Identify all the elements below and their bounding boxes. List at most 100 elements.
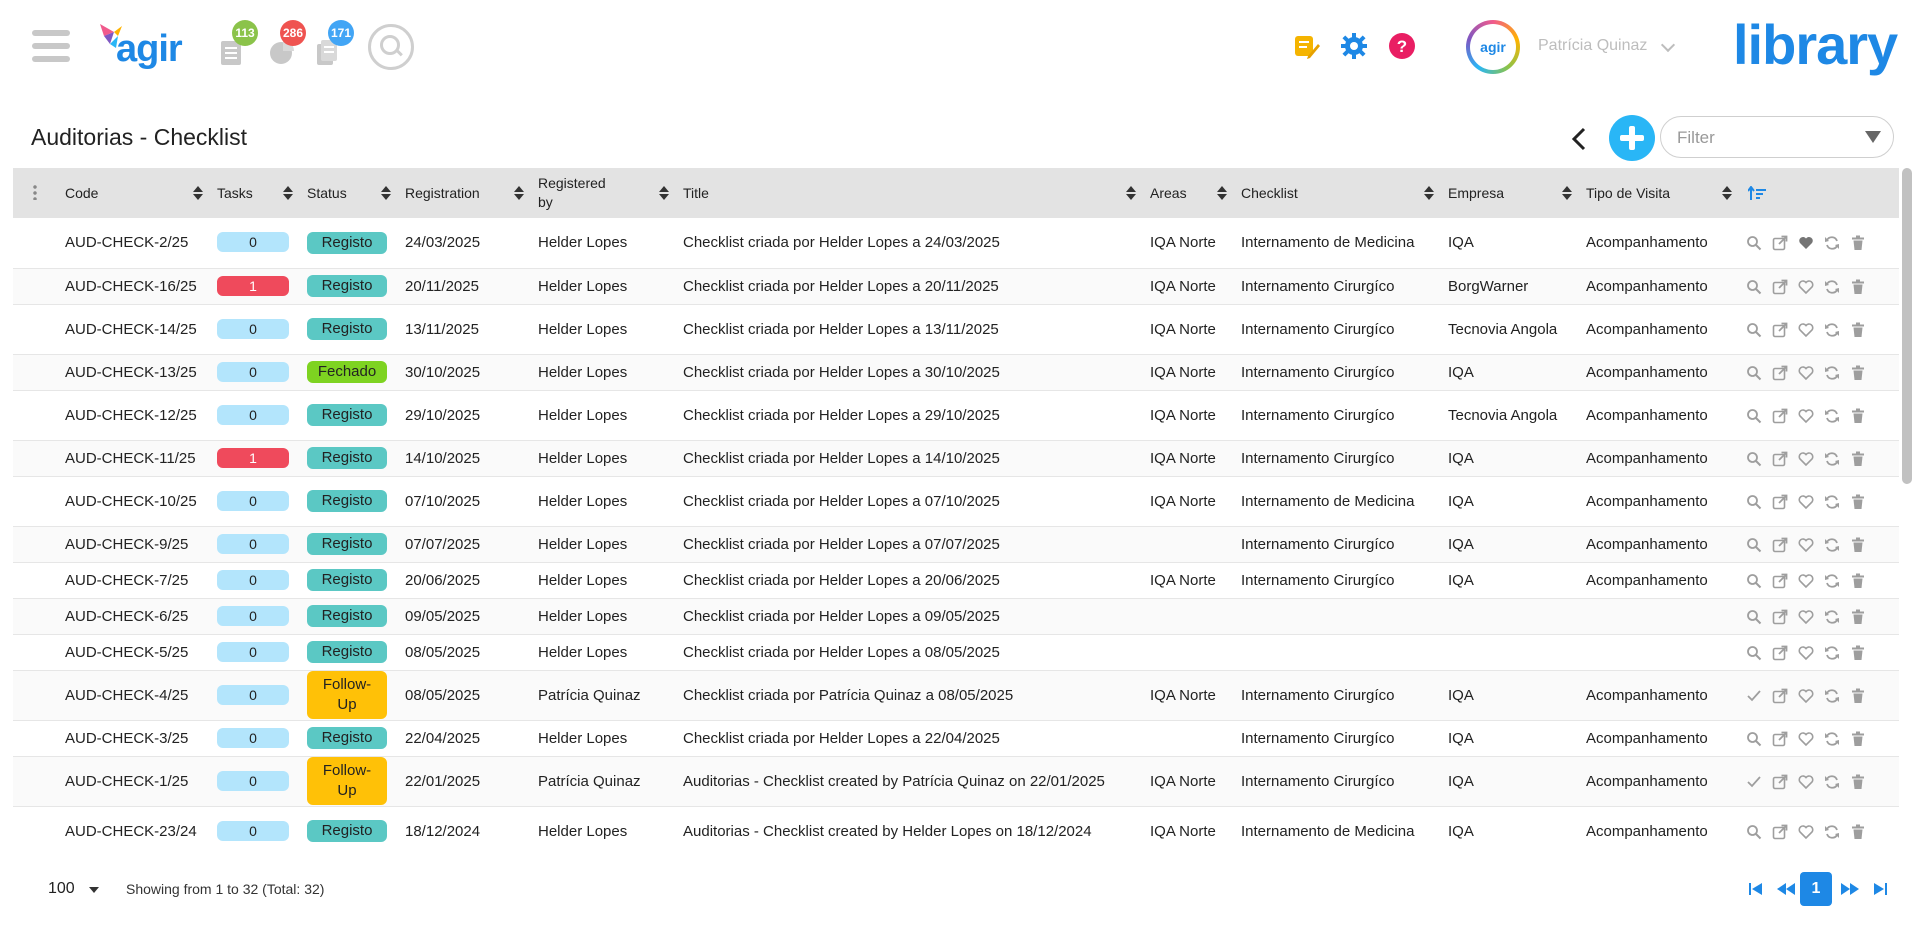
code-cell[interactable]: AUD-CHECK-6/25 bbox=[59, 598, 211, 635]
heart-icon[interactable] bbox=[1798, 494, 1814, 510]
check-icon[interactable] bbox=[1746, 688, 1762, 704]
view-icon[interactable] bbox=[1746, 573, 1762, 589]
column-header-tipo-de-visita[interactable]: Tipo de Visita bbox=[1580, 168, 1740, 218]
menu-icon[interactable] bbox=[32, 30, 70, 64]
code-cell[interactable]: AUD-CHECK-23/24 bbox=[59, 806, 211, 853]
code-cell[interactable]: AUD-CHECK-7/25 bbox=[59, 562, 211, 599]
refresh-icon[interactable] bbox=[1824, 688, 1840, 704]
sort-icon[interactable] bbox=[514, 186, 524, 200]
heart-icon[interactable] bbox=[1798, 537, 1814, 553]
open-external-icon[interactable] bbox=[1772, 451, 1788, 467]
table-row[interactable]: AUD-CHECK-1/25 0 Follow- Up 22/01/2025 Patríc… bbox=[13, 756, 1899, 807]
heart-icon[interactable] bbox=[1798, 774, 1814, 790]
heart-icon[interactable] bbox=[1798, 451, 1814, 467]
column-header-status[interactable]: Status bbox=[301, 168, 399, 218]
refresh-icon[interactable] bbox=[1824, 774, 1840, 790]
open-external-icon[interactable] bbox=[1772, 537, 1788, 553]
refresh-icon[interactable] bbox=[1824, 824, 1840, 840]
trash-icon[interactable] bbox=[1850, 235, 1866, 251]
back-arrow-icon[interactable] bbox=[1568, 125, 1590, 153]
tasks-count-pill[interactable]: 0 bbox=[217, 770, 289, 791]
table-row[interactable]: AUD-CHECK-5/25 0 Registo 08/05/2025 Helder L… bbox=[13, 634, 1899, 671]
sort-icon[interactable] bbox=[1722, 186, 1732, 200]
heart-icon[interactable] bbox=[1798, 279, 1814, 295]
previous-page-icon[interactable] bbox=[1770, 872, 1802, 906]
notes-icon[interactable] bbox=[1292, 32, 1320, 60]
refresh-icon[interactable] bbox=[1824, 235, 1840, 251]
open-external-icon[interactable] bbox=[1772, 573, 1788, 589]
table-row[interactable]: AUD-CHECK-3/25 0 Registo 22/04/2025 Helder L… bbox=[13, 720, 1899, 757]
tasks-count-pill[interactable]: 1 bbox=[217, 275, 289, 296]
refresh-icon[interactable] bbox=[1824, 451, 1840, 467]
help-icon[interactable]: ? bbox=[1388, 32, 1416, 60]
refresh-icon[interactable] bbox=[1824, 279, 1840, 295]
current-page-button[interactable]: 1 bbox=[1800, 872, 1832, 906]
open-external-icon[interactable] bbox=[1772, 609, 1788, 625]
refresh-icon[interactable] bbox=[1824, 645, 1840, 661]
sort-icon[interactable] bbox=[659, 186, 669, 200]
view-icon[interactable] bbox=[1746, 731, 1762, 747]
trash-icon[interactable] bbox=[1850, 494, 1866, 510]
tasks-count-pill[interactable]: 0 bbox=[217, 605, 289, 626]
table-row[interactable]: AUD-CHECK-13/25 0 Fechado 30/10/2025 Helder … bbox=[13, 354, 1899, 391]
view-icon[interactable] bbox=[1746, 322, 1762, 338]
open-external-icon[interactable] bbox=[1772, 279, 1788, 295]
open-external-icon[interactable] bbox=[1772, 824, 1788, 840]
caret-down-icon[interactable] bbox=[89, 887, 99, 893]
tasks-count-pill[interactable]: 0 bbox=[217, 232, 289, 253]
heart-icon[interactable] bbox=[1798, 609, 1814, 625]
table-row[interactable]: AUD-CHECK-12/25 0 Registo 29/10/2025 Helder … bbox=[13, 390, 1899, 441]
open-external-icon[interactable] bbox=[1772, 322, 1788, 338]
code-cell[interactable]: AUD-CHECK-13/25 bbox=[59, 354, 211, 391]
occurrences-notification[interactable]: 286 bbox=[262, 20, 307, 70]
view-icon[interactable] bbox=[1746, 537, 1762, 553]
view-icon[interactable] bbox=[1746, 235, 1762, 251]
code-cell[interactable]: AUD-CHECK-1/25 bbox=[59, 756, 211, 807]
table-row[interactable]: AUD-CHECK-7/25 0 Registo 20/06/2025 Helder L… bbox=[13, 562, 1899, 599]
trash-icon[interactable] bbox=[1850, 537, 1866, 553]
column-header-code[interactable]: Code bbox=[59, 168, 211, 218]
gear-icon[interactable] bbox=[1340, 32, 1368, 60]
heart-icon[interactable] bbox=[1798, 322, 1814, 338]
column-header-tasks[interactable]: Tasks bbox=[211, 168, 301, 218]
filter-icon[interactable] bbox=[1865, 131, 1881, 143]
column-header-registration[interactable]: Registration bbox=[399, 168, 532, 218]
code-cell[interactable]: AUD-CHECK-3/25 bbox=[59, 720, 211, 757]
tasks-count-pill[interactable]: 1 bbox=[217, 447, 289, 468]
sort-icon[interactable] bbox=[1424, 186, 1434, 200]
table-row[interactable]: AUD-CHECK-6/25 0 Registo 09/05/2025 Helder L… bbox=[13, 598, 1899, 635]
refresh-icon[interactable] bbox=[1824, 731, 1840, 747]
user-name[interactable]: Patrícia Quinaz bbox=[1538, 37, 1647, 55]
column-header-empresa[interactable]: Empresa bbox=[1442, 168, 1580, 218]
code-cell[interactable]: AUD-CHECK-12/25 bbox=[59, 390, 211, 441]
open-external-icon[interactable] bbox=[1772, 688, 1788, 704]
column-header-checklist[interactable]: Checklist bbox=[1235, 168, 1442, 218]
trash-icon[interactable] bbox=[1850, 609, 1866, 625]
next-page-icon[interactable] bbox=[1834, 872, 1866, 906]
trash-icon[interactable] bbox=[1850, 279, 1866, 295]
tasks-count-pill[interactable]: 0 bbox=[217, 318, 289, 339]
refresh-icon[interactable] bbox=[1824, 537, 1840, 553]
heart-icon[interactable] bbox=[1798, 573, 1814, 589]
heart-icon[interactable] bbox=[1798, 731, 1814, 747]
code-cell[interactable]: AUD-CHECK-16/25 bbox=[59, 268, 211, 305]
filter-input[interactable] bbox=[1675, 127, 1859, 149]
avatar[interactable]: agir bbox=[1466, 20, 1520, 74]
tasks-count-pill[interactable]: 0 bbox=[217, 533, 289, 554]
tasks-count-pill[interactable]: 0 bbox=[217, 569, 289, 590]
add-button[interactable] bbox=[1609, 115, 1655, 161]
code-cell[interactable]: AUD-CHECK-14/25 bbox=[59, 304, 211, 355]
trash-icon[interactable] bbox=[1850, 688, 1866, 704]
view-icon[interactable] bbox=[1746, 824, 1762, 840]
code-cell[interactable]: AUD-CHECK-9/25 bbox=[59, 526, 211, 563]
view-icon[interactable] bbox=[1746, 609, 1762, 625]
tasks-count-pill[interactable]: 0 bbox=[217, 820, 289, 841]
sort-icon[interactable] bbox=[283, 186, 293, 200]
open-external-icon[interactable] bbox=[1772, 408, 1788, 424]
code-cell[interactable]: AUD-CHECK-2/25 bbox=[59, 218, 211, 269]
heart-icon[interactable] bbox=[1798, 688, 1814, 704]
code-cell[interactable]: AUD-CHECK-5/25 bbox=[59, 634, 211, 671]
refresh-icon[interactable] bbox=[1824, 322, 1840, 338]
tasks-count-pill[interactable]: 0 bbox=[217, 727, 289, 748]
refresh-icon[interactable] bbox=[1824, 408, 1840, 424]
